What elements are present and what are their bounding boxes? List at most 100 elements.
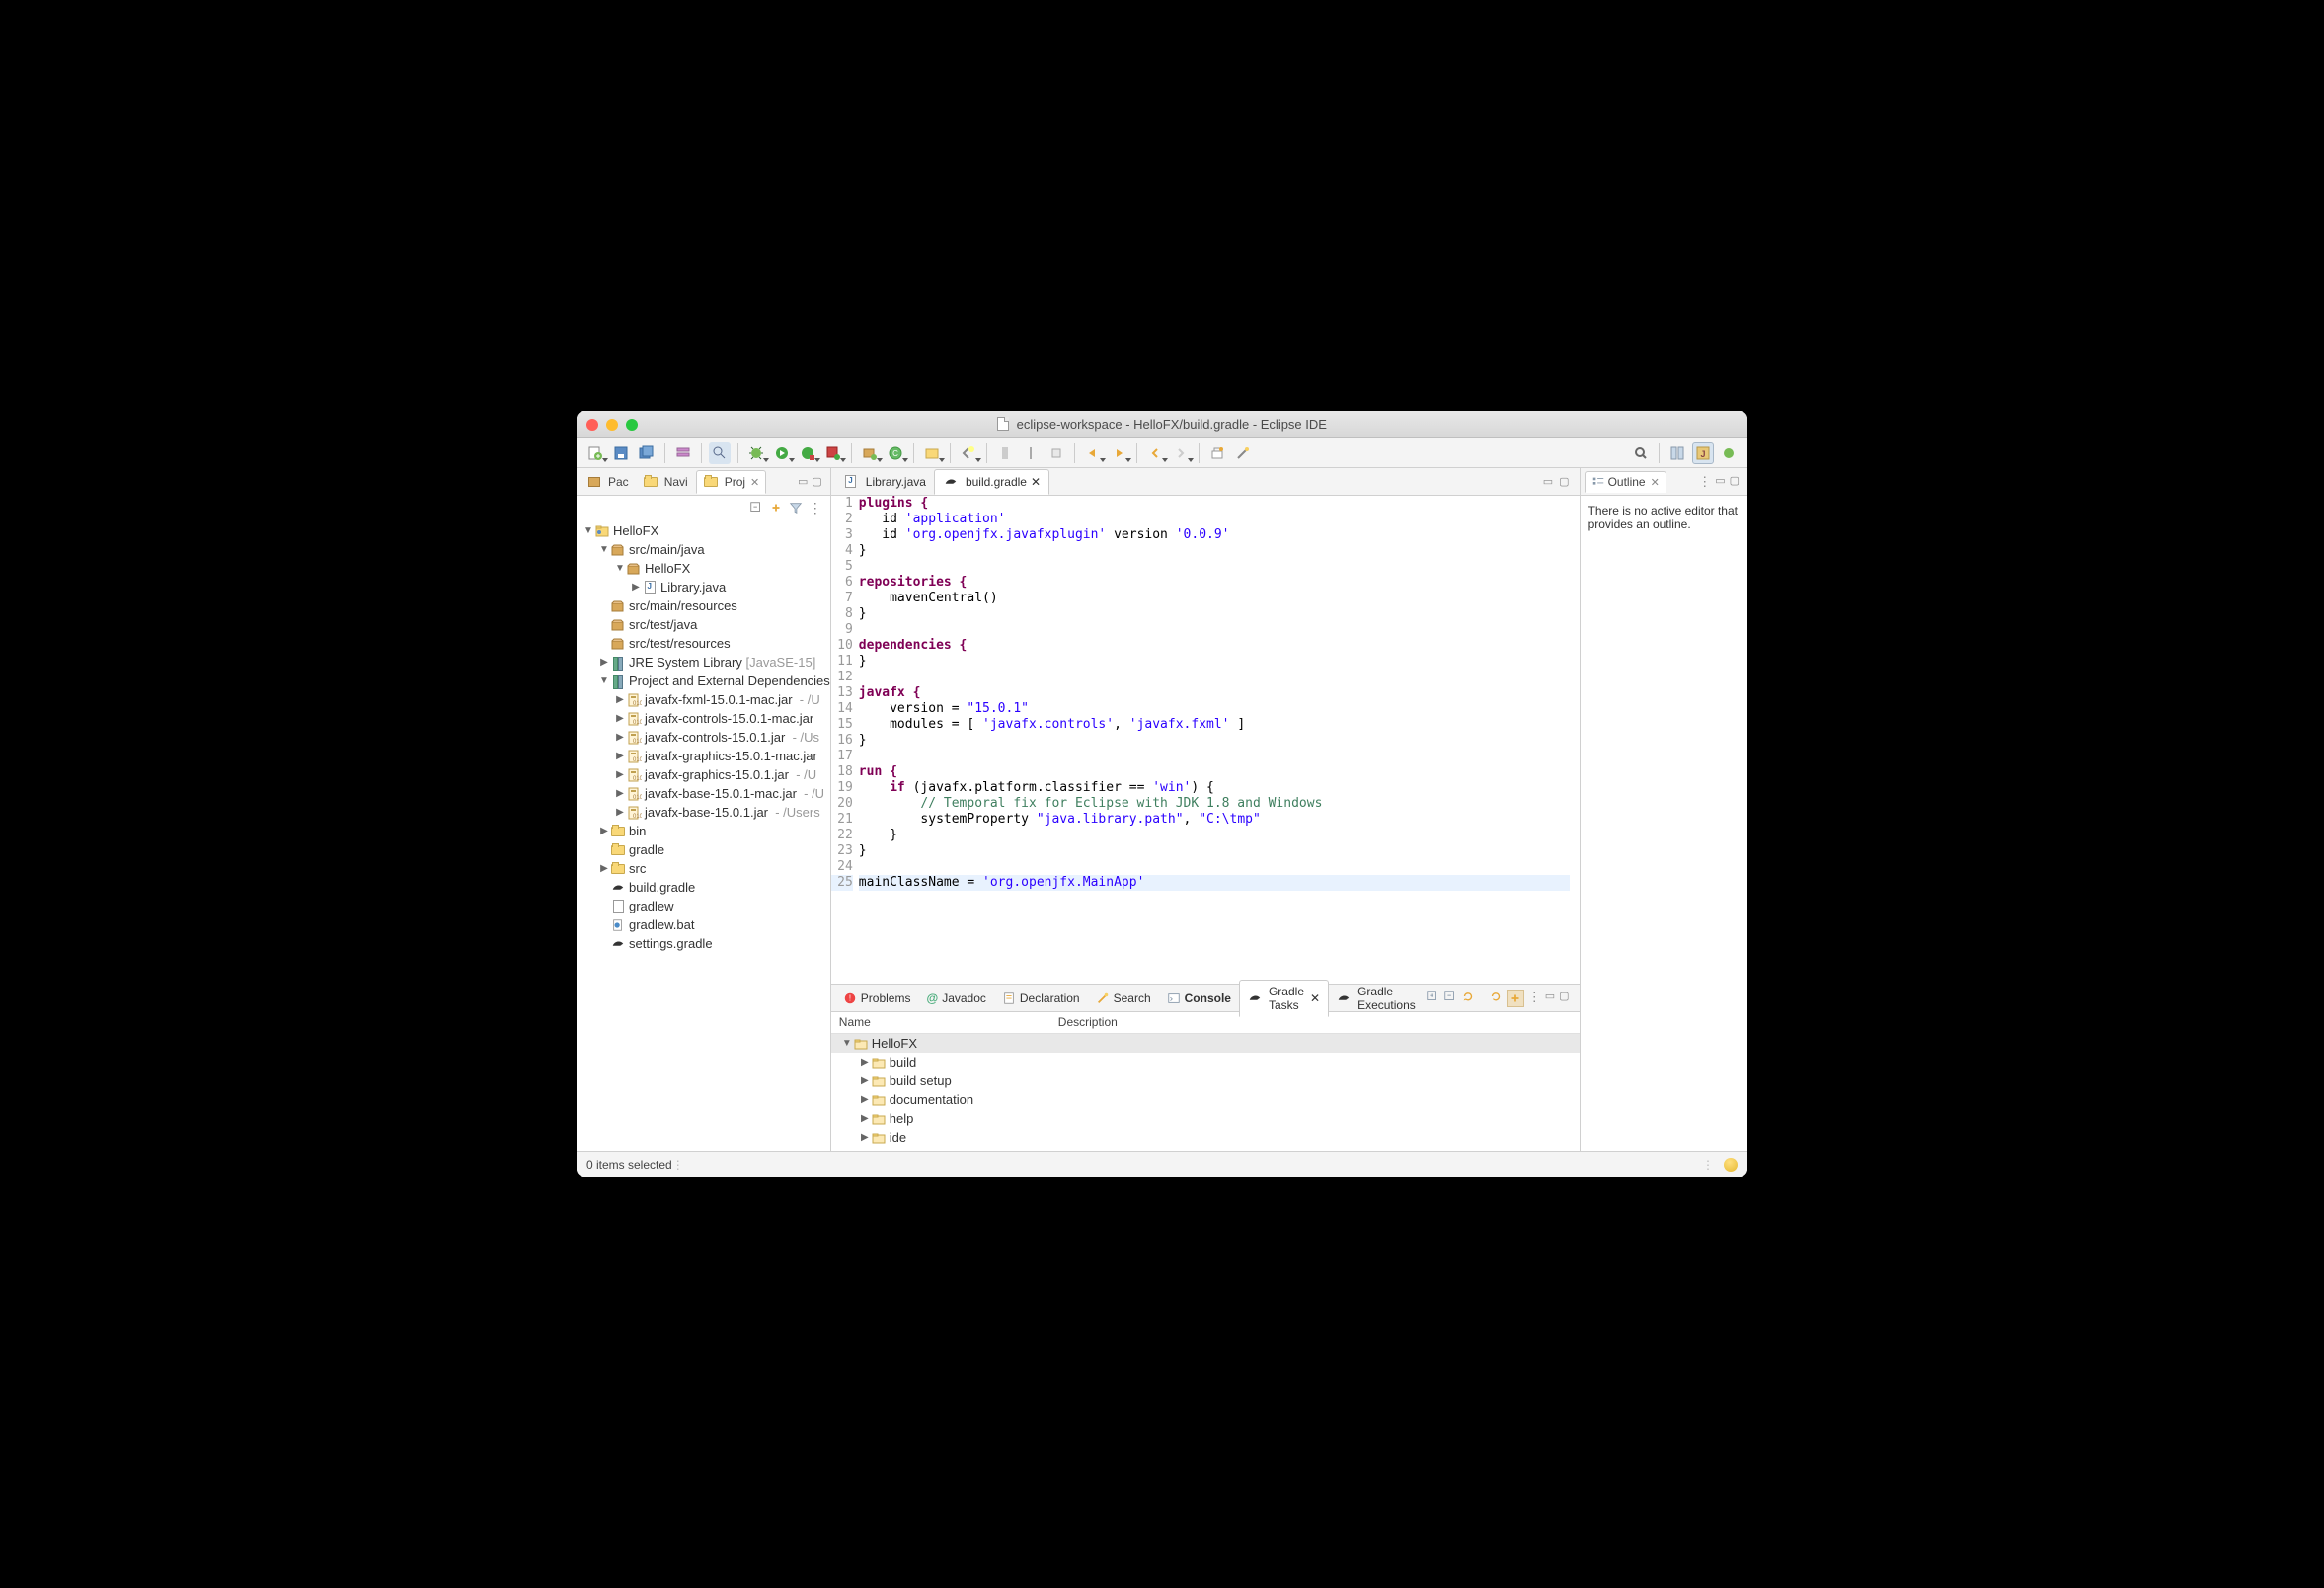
- tree-item[interactable]: settings.gradle: [577, 934, 830, 953]
- minimize-icon[interactable]: ▭: [1543, 475, 1553, 488]
- tab-outline[interactable]: Outline✕: [1585, 471, 1666, 493]
- task-item[interactable]: ▶build: [831, 1053, 1580, 1072]
- back-button[interactable]: [1144, 442, 1166, 464]
- close-icon[interactable]: ✕: [1310, 992, 1320, 1005]
- view-menu-icon[interactable]: ⋮: [809, 500, 822, 516]
- tree-item[interactable]: ▶010javafx-base-15.0.1-mac.jar - /U: [577, 784, 830, 803]
- java-perspective-button[interactable]: J: [1692, 442, 1714, 464]
- tree-item[interactable]: gradle: [577, 840, 830, 859]
- task-item[interactable]: ▶build setup: [831, 1072, 1580, 1090]
- tree-item[interactable]: ▶Library.java: [577, 578, 830, 596]
- close-icon[interactable]: ✕: [1031, 475, 1041, 489]
- task-item[interactable]: ▶ide: [831, 1128, 1580, 1147]
- close-button[interactable]: [586, 419, 598, 431]
- tree-item[interactable]: ▶src: [577, 859, 830, 878]
- tree-item[interactable]: src/main/resources: [577, 596, 830, 615]
- link-editor-button[interactable]: [709, 442, 731, 464]
- wand-button[interactable]: [1232, 442, 1254, 464]
- tab-gradle-executions[interactable]: Gradle Executions: [1329, 981, 1426, 1016]
- code-content[interactable]: plugins { id 'application' id 'org.openj…: [859, 496, 1580, 984]
- forward-button[interactable]: [1170, 442, 1192, 464]
- toggle-breadcrumb-button[interactable]: [672, 442, 694, 464]
- close-icon[interactable]: ✕: [750, 476, 759, 489]
- maximize-icon[interactable]: ▢: [1559, 990, 1569, 1007]
- tree-item[interactable]: ▶010javafx-graphics-15.0.1-mac.jar: [577, 747, 830, 765]
- tree-item[interactable]: gradlew.bat: [577, 915, 830, 934]
- open-type-button[interactable]: [921, 442, 943, 464]
- tree-item[interactable]: gradlew: [577, 897, 830, 915]
- maximize-icon[interactable]: ▢: [1559, 475, 1569, 488]
- new-class-button[interactable]: C: [885, 442, 906, 464]
- filter-icon[interactable]: [789, 501, 803, 515]
- tab-javadoc[interactable]: @Javadoc: [918, 988, 993, 1009]
- tree-item[interactable]: ▶010javafx-base-15.0.1.jar - /Users: [577, 803, 830, 822]
- project-tree[interactable]: ▼HelloFX▼src/main/java▼HelloFX▶Library.j…: [577, 519, 830, 1151]
- cursor-button[interactable]: [1020, 442, 1042, 464]
- tab-problems[interactable]: !Problems: [835, 988, 919, 1009]
- debug-perspective-button[interactable]: [1718, 442, 1740, 464]
- maximize-icon[interactable]: ▢: [1730, 474, 1740, 490]
- pin-button[interactable]: [1206, 442, 1228, 464]
- mark-button[interactable]: [994, 442, 1016, 464]
- tree-item[interactable]: ▶010javafx-controls-15.0.1.jar - /Us: [577, 728, 830, 747]
- tree-item[interactable]: ▼src/main/java: [577, 540, 830, 559]
- minimize-icon[interactable]: ▭: [798, 475, 808, 488]
- expand-all-icon[interactable]: [1426, 990, 1439, 1007]
- column-description[interactable]: Description: [1050, 1012, 1125, 1033]
- external-run-button[interactable]: [822, 442, 844, 464]
- tree-item[interactable]: ▶JRE System Library [JavaSE-15]: [577, 653, 830, 672]
- tab-package-explorer[interactable]: Pac: [581, 471, 635, 493]
- minimize-icon[interactable]: ▭: [1545, 990, 1555, 1007]
- tree-item[interactable]: ▼Project and External Dependencies: [577, 672, 830, 690]
- edit-button[interactable]: [1046, 442, 1067, 464]
- tab-navigator[interactable]: Navi: [637, 471, 694, 493]
- tab-project-explorer[interactable]: Proj✕: [696, 470, 767, 494]
- prev-annotation-button[interactable]: [1082, 442, 1104, 464]
- view-menu-icon[interactable]: ⋮: [1698, 474, 1711, 490]
- tree-item[interactable]: ▶bin: [577, 822, 830, 840]
- search-button[interactable]: [958, 442, 979, 464]
- quick-access-button[interactable]: [1630, 442, 1652, 464]
- collapse-all-icon[interactable]: [749, 501, 763, 515]
- task-tree[interactable]: ▼HelloFX▶build▶build setup▶documentation…: [831, 1034, 1580, 1151]
- tree-item[interactable]: ▶010javafx-controls-15.0.1-mac.jar: [577, 709, 830, 728]
- trim-handle[interactable]: ⋮: [672, 1158, 686, 1172]
- tree-item[interactable]: src/test/java: [577, 615, 830, 634]
- code-editor[interactable]: 1234567891011121314151617181920212223242…: [831, 496, 1580, 984]
- collapse-all-icon[interactable]: [1443, 990, 1457, 1007]
- close-icon[interactable]: ✕: [1651, 476, 1660, 489]
- task-item[interactable]: ▶documentation: [831, 1090, 1580, 1109]
- coverage-button[interactable]: [797, 442, 818, 464]
- save-button[interactable]: [610, 442, 632, 464]
- tab-console[interactable]: Console: [1159, 988, 1239, 1009]
- zoom-button[interactable]: [626, 419, 638, 431]
- new-button[interactable]: [584, 442, 606, 464]
- tree-item[interactable]: ▶010javafx-graphics-15.0.1.jar - /U: [577, 765, 830, 784]
- view-menu-icon[interactable]: ⋮: [1528, 990, 1541, 1007]
- save-all-button[interactable]: [636, 442, 658, 464]
- link-editor-icon[interactable]: [769, 501, 783, 515]
- debug-button[interactable]: [745, 442, 767, 464]
- tree-item[interactable]: src/test/resources: [577, 634, 830, 653]
- column-name[interactable]: Name: [831, 1012, 1050, 1033]
- link-task-icon[interactable]: [1507, 990, 1524, 1007]
- tree-item[interactable]: ▼HelloFX: [577, 559, 830, 578]
- next-annotation-button[interactable]: [1108, 442, 1129, 464]
- maximize-icon[interactable]: ▢: [812, 475, 821, 488]
- trim-handle[interactable]: ⋮: [1702, 1158, 1716, 1172]
- tab-build-gradle[interactable]: build.gradle✕: [934, 469, 1049, 495]
- task-item[interactable]: ▼HelloFX: [831, 1034, 1580, 1053]
- minimize-button[interactable]: [606, 419, 618, 431]
- tree-item[interactable]: build.gradle: [577, 878, 830, 897]
- new-package-button[interactable]: [859, 442, 881, 464]
- run-button[interactable]: [771, 442, 793, 464]
- minimize-icon[interactable]: ▭: [1715, 474, 1725, 490]
- open-perspective-button[interactable]: [1666, 442, 1688, 464]
- run-task-icon[interactable]: [1489, 990, 1503, 1007]
- refresh-icon[interactable]: [1461, 990, 1475, 1007]
- tab-library-java[interactable]: Library.java: [835, 470, 934, 494]
- tree-item[interactable]: ▶010javafx-fxml-15.0.1-mac.jar - /U: [577, 690, 830, 709]
- tip-icon[interactable]: [1724, 1158, 1738, 1172]
- tab-search[interactable]: Search: [1088, 988, 1159, 1009]
- task-item[interactable]: ▶help: [831, 1109, 1580, 1128]
